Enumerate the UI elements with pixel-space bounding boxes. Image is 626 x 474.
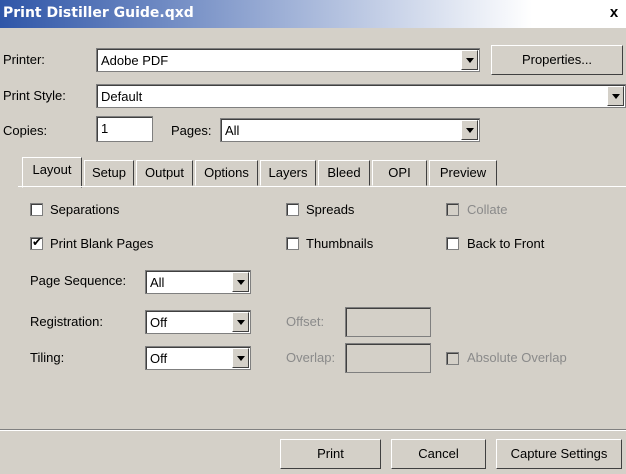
pages-value: All bbox=[225, 123, 240, 138]
chevron-down-icon[interactable] bbox=[232, 312, 249, 332]
tiling-select[interactable]: Off bbox=[145, 346, 251, 370]
tab-opi[interactable]: OPI bbox=[372, 160, 427, 186]
print-blank-pages-checkbox[interactable] bbox=[30, 235, 43, 250]
tab-layout[interactable]: Layout bbox=[22, 157, 82, 188]
printer-label: Printer: bbox=[3, 52, 45, 67]
tab-layers[interactable]: Layers bbox=[260, 160, 316, 186]
back-to-front-label: Back to Front bbox=[467, 236, 545, 251]
chevron-down-icon[interactable] bbox=[461, 50, 478, 70]
pages-label: Pages: bbox=[171, 123, 212, 138]
page-sequence-value: All bbox=[150, 275, 165, 290]
collate-checkbox bbox=[446, 203, 459, 216]
spreads-label: Spreads bbox=[306, 202, 355, 217]
collate-label: Collate bbox=[467, 202, 508, 217]
print-blank-pages-label: Print Blank Pages bbox=[50, 236, 154, 251]
printer-value: Adobe PDF bbox=[101, 53, 169, 68]
pages-select[interactable]: All bbox=[220, 118, 480, 142]
copies-label: Copies: bbox=[3, 123, 48, 138]
close-icon[interactable]: x bbox=[604, 4, 624, 22]
chevron-down-icon[interactable] bbox=[232, 348, 249, 368]
capture-settings-button[interactable]: Capture Settings bbox=[496, 439, 622, 469]
tab-output[interactable]: Output bbox=[136, 160, 193, 186]
thumbnails-checkbox[interactable] bbox=[286, 237, 299, 250]
copies-value: 1 bbox=[101, 121, 109, 136]
printer-select[interactable]: Adobe PDF bbox=[96, 48, 480, 72]
tab-bleed[interactable]: Bleed bbox=[318, 160, 370, 186]
registration-label: Registration: bbox=[30, 314, 103, 329]
print-style-label: Print Style: bbox=[3, 88, 66, 103]
tab-options[interactable]: Options bbox=[195, 160, 258, 186]
absolute-overlap-label: Absolute Overlap bbox=[467, 350, 567, 365]
footer-divider bbox=[0, 429, 626, 431]
absolute-overlap-checkbox bbox=[446, 352, 459, 365]
separations-label: Separations bbox=[50, 202, 120, 217]
print-style-select[interactable]: Default bbox=[96, 84, 626, 108]
tiling-label: Tiling: bbox=[30, 350, 65, 365]
page-sequence-label: Page Sequence: bbox=[30, 273, 127, 288]
chevron-down-icon[interactable] bbox=[607, 86, 624, 106]
tab-setup[interactable]: Setup bbox=[84, 160, 134, 186]
back-to-front-checkbox[interactable] bbox=[446, 237, 459, 250]
print-dialog: Print Distiller Guide.qxd x Printer: Ado… bbox=[0, 0, 626, 474]
title-bar[interactable]: Print Distiller Guide.qxd x bbox=[0, 0, 626, 28]
print-style-value: Default bbox=[101, 89, 143, 104]
overlap-field bbox=[345, 343, 431, 373]
print-button[interactable]: Print bbox=[280, 439, 381, 469]
tab-preview[interactable]: Preview bbox=[429, 160, 497, 186]
window-title: Print Distiller Guide.qxd bbox=[3, 5, 194, 21]
offset-label: Offset: bbox=[286, 314, 325, 329]
properties-button[interactable]: Properties... bbox=[491, 45, 623, 75]
chevron-down-icon[interactable] bbox=[461, 120, 478, 140]
separations-checkbox[interactable] bbox=[30, 203, 43, 216]
thumbnails-label: Thumbnails bbox=[306, 236, 374, 251]
chevron-down-icon[interactable] bbox=[232, 272, 249, 292]
copies-field[interactable]: 1 bbox=[96, 116, 153, 142]
registration-value: Off bbox=[150, 315, 168, 330]
overlap-label: Overlap: bbox=[286, 350, 336, 365]
tiling-value: Off bbox=[150, 351, 168, 366]
spreads-checkbox[interactable] bbox=[286, 203, 299, 216]
cancel-button[interactable]: Cancel bbox=[391, 439, 486, 469]
page-sequence-select[interactable]: All bbox=[145, 270, 251, 294]
registration-select[interactable]: Off bbox=[145, 310, 251, 334]
layout-tab-panel bbox=[18, 186, 626, 432]
offset-field bbox=[345, 307, 431, 337]
